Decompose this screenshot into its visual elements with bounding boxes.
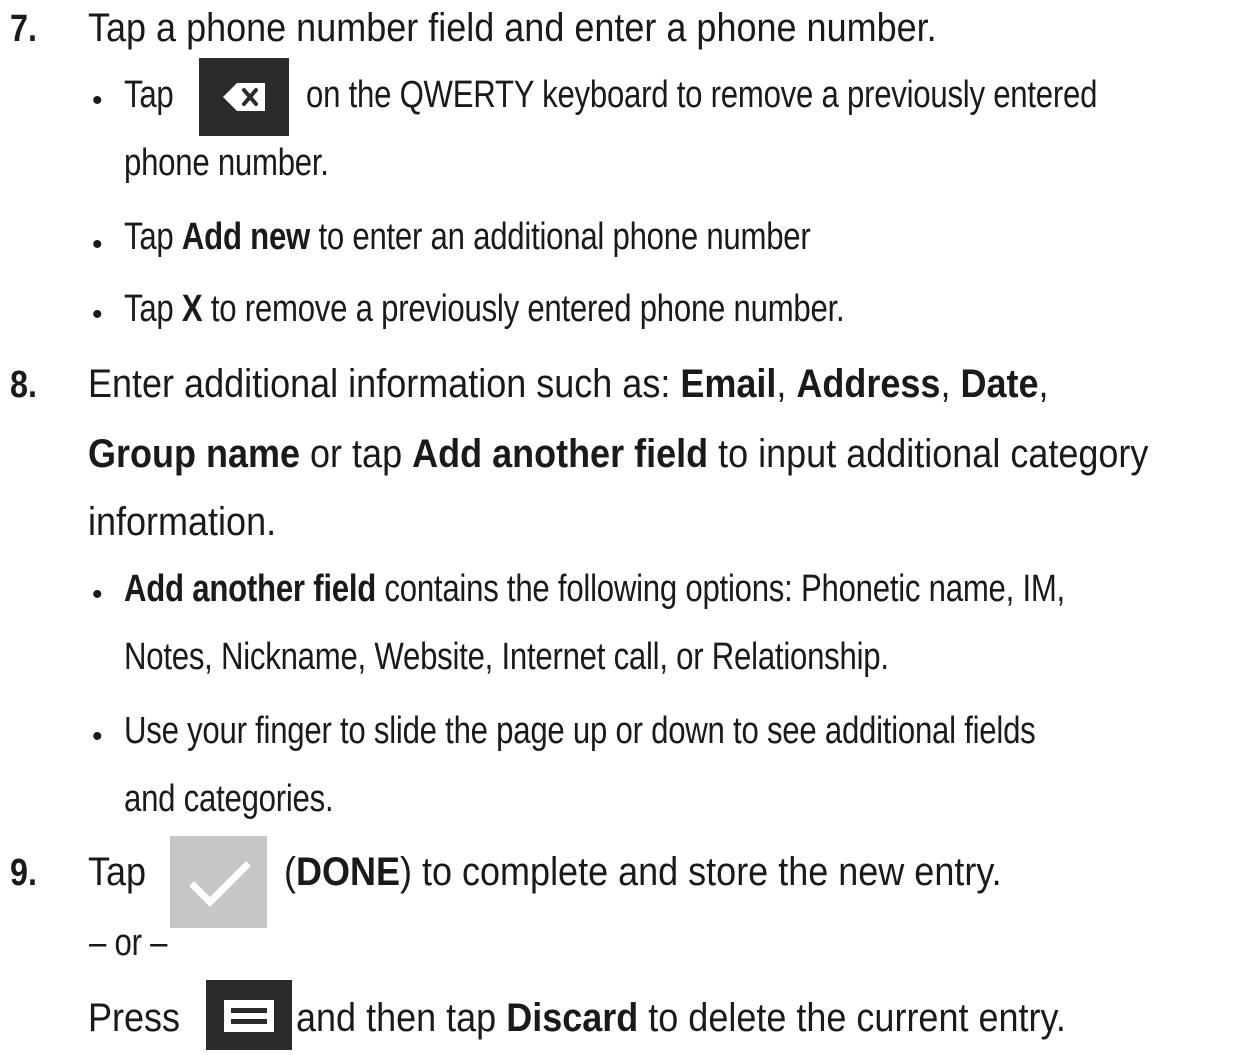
step-8-bullet-2-line2: and categories. [124,778,334,820]
step-7-bullet-1-text: on the QWERTY keyboard to remove a previ… [306,74,1098,116]
step-8-line-3: information. [88,500,277,544]
step-9-number: 9. [10,852,37,894]
step-8-number: 8. [10,364,37,406]
step-8-bullet-1: Add another field contains the following… [124,568,1065,610]
menu-key-icon [206,980,292,1050]
bullet: • [92,298,103,331]
bullet: • [92,578,103,611]
step-9-discard-text: and then tap Discard to delete the curre… [296,996,1066,1040]
or-separator: – or – [89,922,168,964]
checkmark-icon [170,836,267,928]
step-7-text: Tap a phone number field and enter a pho… [88,6,937,50]
bullet: • [92,720,103,753]
bullet: • [92,228,103,261]
step-9-text: (DONE) to complete and store the new ent… [284,850,1002,894]
step-8-bullet-1-line2: Notes, Nickname, Website, Internet call,… [124,636,889,678]
step-7-bullet-3: Tap X to remove a previously entered pho… [124,288,845,330]
step-7-number: 7. [10,8,37,50]
step-7-bullet-1-pre: Tap [124,74,174,116]
step-7-bullet-1-line2: phone number. [124,142,329,184]
step-9-pre: Tap [88,850,147,894]
bullet: • [92,84,103,117]
step-9-press: Press [88,996,181,1040]
step-8-line-1: Enter additional information such as: Em… [88,362,1049,406]
backspace-key-icon [199,58,289,136]
step-8-bullet-2-line1: Use your finger to slide the page up or … [124,710,1036,752]
step-7-bullet-2: Tap Add new to enter an additional phone… [124,216,811,258]
step-8-line-2: Group name or tap Add another field to i… [88,432,1149,476]
